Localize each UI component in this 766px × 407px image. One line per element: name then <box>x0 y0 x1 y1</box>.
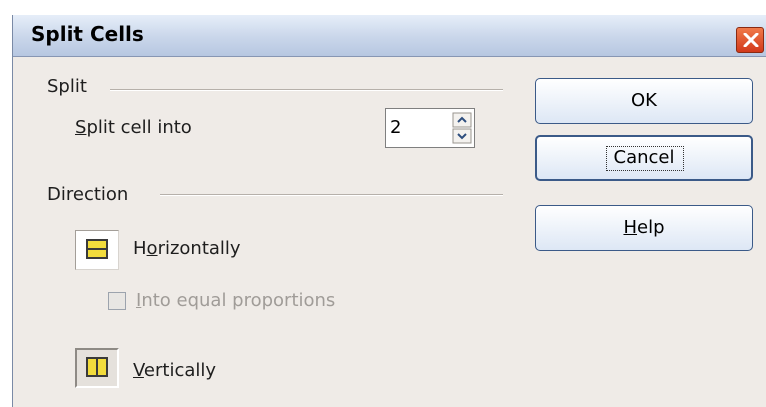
horizontal-split-icon <box>86 239 108 259</box>
split-section-label: Split <box>47 76 87 97</box>
spin-down-button[interactable] <box>452 128 472 144</box>
ok-label: OK <box>631 90 657 111</box>
chevron-up-icon <box>452 112 472 128</box>
split-count-spinbox[interactable]: 2 <box>385 108 475 148</box>
horizontally-label: Horizontally <box>133 238 241 259</box>
split-cell-into-label: Split cell into <box>75 117 192 138</box>
vertically-rest: ertically <box>143 360 217 381</box>
vertical-split-button[interactable] <box>75 348 119 388</box>
help-mnemonic: H <box>623 217 638 238</box>
split-label-rest: plit cell into <box>86 117 192 138</box>
equal-proportions-label: Into equal proportions <box>136 290 335 311</box>
ok-button[interactable]: OK <box>535 78 753 124</box>
dialog-title: Split Cells <box>31 22 144 46</box>
vertically-label: Vertically <box>133 360 216 381</box>
close-button[interactable] <box>736 27 764 53</box>
cancel-button[interactable]: Cancel <box>535 135 753 181</box>
horizontal-split-button[interactable] <box>75 230 119 270</box>
help-button[interactable]: Help <box>535 205 753 251</box>
help-label: Help <box>536 217 752 238</box>
title-bar[interactable]: Split Cells <box>13 15 766 57</box>
horizontally-pre: H <box>133 238 147 259</box>
vertical-split-icon <box>86 357 108 377</box>
close-icon <box>743 33 759 47</box>
split-mnemonic: S <box>75 117 87 138</box>
cancel-label: Cancel <box>613 147 675 168</box>
split-cells-dialog: Split Cells Split Split cell into 2 Dire… <box>12 15 766 407</box>
chevron-down-icon <box>452 128 472 144</box>
help-rest: elp <box>637 217 665 238</box>
spin-buttons <box>452 112 472 144</box>
horizontally-rest: rizontally <box>157 238 241 259</box>
direction-separator <box>160 194 503 196</box>
horizontally-mnemonic: o <box>146 238 158 259</box>
spin-up-button[interactable] <box>452 112 472 128</box>
vertically-mnemonic: V <box>133 360 144 381</box>
direction-section-label: Direction <box>47 184 129 205</box>
equal-proportions-checkbox[interactable] <box>108 292 126 310</box>
split-separator <box>110 89 503 91</box>
equal-rest: nto equal proportions <box>141 290 336 311</box>
split-count-value: 2 <box>390 117 402 138</box>
